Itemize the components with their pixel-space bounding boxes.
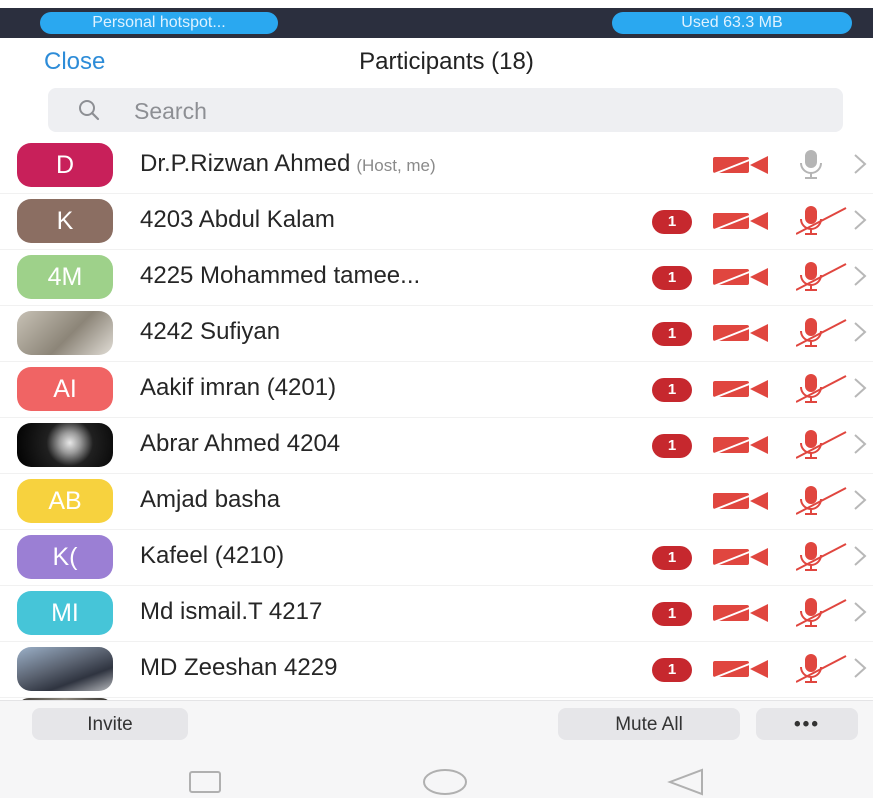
chevron-right-icon[interactable] — [852, 432, 868, 456]
chat-count-badge: 1 — [652, 378, 692, 402]
participant-name: Aakif imran (4201) — [140, 374, 337, 401]
system-nav-bar — [0, 750, 873, 798]
participant-name: 4203 Abdul Kalam — [140, 206, 335, 233]
participant-name: 4225 Mohammed tamee... — [140, 262, 421, 289]
mic-muted-icon[interactable] — [796, 540, 848, 572]
hotspot-pill[interactable]: Personal hotspot... — [40, 12, 278, 34]
chat-count-badge: 1 — [652, 210, 692, 234]
data-usage-pill[interactable]: Used 63.3 MB — [612, 12, 852, 34]
mic-muted-icon[interactable] — [796, 204, 848, 236]
participant-row[interactable]: K 4203 Abdul Kalam 1 — [0, 194, 873, 250]
page-title: Participants (18) — [359, 48, 534, 75]
chat-count-badge: 1 — [652, 434, 692, 458]
chevron-right-icon[interactable] — [852, 544, 868, 568]
avatar: 4M — [17, 255, 113, 299]
more-options-button[interactable]: ••• — [756, 708, 858, 740]
close-button[interactable]: Close — [44, 48, 105, 76]
chevron-right-icon[interactable] — [852, 600, 868, 624]
chat-count-badge: 1 — [652, 658, 692, 682]
avatar: K( — [17, 535, 113, 579]
participant-row[interactable]: MD Zeeshan 4229 1 — [0, 642, 873, 698]
nav-bar: Participants (18) Close — [0, 38, 873, 84]
avatar: MI — [17, 591, 113, 635]
avatar-photo — [17, 647, 113, 691]
video-off-icon[interactable] — [712, 154, 770, 176]
chevron-right-icon[interactable] — [852, 376, 868, 400]
bottom-toolbar: Invite Mute All ••• — [0, 700, 873, 751]
participant-name: Kafeel (4210) — [140, 542, 285, 569]
video-off-icon[interactable] — [712, 378, 770, 400]
participant-row[interactable]: MI Md ismail.T 4217 1 — [0, 586, 873, 642]
chat-count-badge: 1 — [652, 322, 692, 346]
avatar: AI — [17, 367, 113, 411]
participant-row[interactable]: AB Amjad basha — [0, 474, 873, 530]
home-icon[interactable] — [422, 768, 468, 796]
chevron-right-icon[interactable] — [852, 656, 868, 680]
back-icon[interactable] — [666, 768, 706, 796]
mic-muted-icon[interactable] — [796, 316, 848, 348]
mic-muted-icon[interactable] — [796, 484, 848, 516]
video-off-icon[interactable] — [712, 658, 770, 680]
avatar-photo — [17, 311, 113, 355]
chat-count-badge: 1 — [652, 266, 692, 290]
video-off-icon[interactable] — [712, 490, 770, 512]
participant-row[interactable]: K( Kafeel (4210) 1 — [0, 530, 873, 586]
video-off-icon[interactable] — [712, 434, 770, 456]
host-tag: (Host, me) — [356, 156, 436, 175]
chevron-right-icon[interactable] — [852, 320, 868, 344]
mic-muted-icon[interactable] — [796, 596, 848, 628]
participant-list[interactable]: D Dr.P.Rizwan Ahmed (Host, me) K 4203 Abd… — [0, 138, 873, 700]
mic-muted-icon[interactable] — [796, 428, 848, 460]
participant-row[interactable]: Abrar Ahmed 4204 1 — [0, 418, 873, 474]
participant-row[interactable]: 4242 Sufiyan 1 — [0, 306, 873, 362]
chevron-right-icon[interactable] — [852, 488, 868, 512]
chat-count-badge: 1 — [652, 546, 692, 570]
search-input[interactable] — [132, 94, 816, 128]
video-off-icon[interactable] — [712, 266, 770, 288]
avatar: K — [17, 199, 113, 243]
mic-muted-icon[interactable] — [796, 372, 848, 404]
participant-row[interactable]: D Dr.P.Rizwan Ahmed (Host, me) — [0, 138, 873, 194]
invite-button[interactable]: Invite — [32, 708, 188, 740]
search-bar[interactable] — [48, 88, 843, 132]
mic-icon[interactable] — [796, 148, 826, 180]
chevron-right-icon[interactable] — [852, 264, 868, 288]
mic-muted-icon[interactable] — [796, 652, 848, 684]
chevron-right-icon[interactable] — [852, 208, 868, 232]
avatar-photo — [17, 423, 113, 467]
avatar: D — [17, 143, 113, 187]
mic-muted-icon[interactable] — [796, 260, 848, 292]
participant-name: 4242 Sufiyan — [140, 318, 281, 345]
search-icon — [79, 100, 100, 121]
video-off-icon[interactable] — [712, 322, 770, 344]
video-off-icon[interactable] — [712, 210, 770, 232]
participant-name: Md ismail.T 4217 — [140, 598, 323, 625]
participant-name: Abrar Ahmed 4204 — [140, 430, 341, 457]
participant-name: Dr.P.Rizwan Ahmed (Host, me) — [140, 150, 436, 178]
participant-row[interactable]: AI Aakif imran (4201) 1 — [0, 362, 873, 418]
chat-count-badge: 1 — [652, 602, 692, 626]
mute-all-button[interactable]: Mute All — [558, 708, 740, 740]
status-bar: Personal hotspot... Used 63.3 MB — [0, 8, 873, 38]
participant-row[interactable]: 4M 4225 Mohammed tamee... 1 — [0, 250, 873, 306]
video-off-icon[interactable] — [712, 546, 770, 568]
participant-name: Amjad basha — [140, 486, 281, 513]
participant-name-text: Dr.P.Rizwan Ahmed — [140, 150, 351, 177]
chevron-right-icon[interactable] — [852, 152, 868, 176]
participant-name: MD Zeeshan 4229 — [140, 654, 338, 681]
avatar: AB — [17, 479, 113, 523]
recent-apps-icon[interactable] — [188, 770, 222, 794]
video-off-icon[interactable] — [712, 602, 770, 624]
